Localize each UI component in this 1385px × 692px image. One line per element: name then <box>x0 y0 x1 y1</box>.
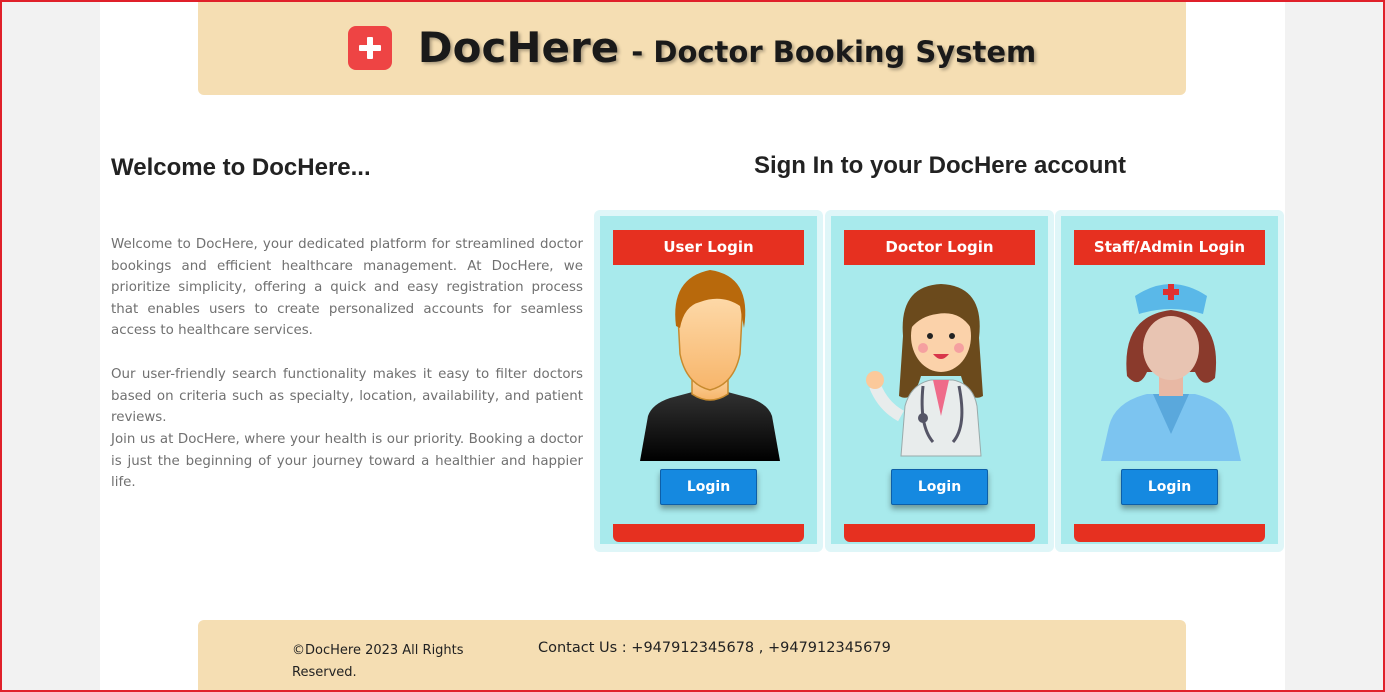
doctor-login-button[interactable]: Login <box>891 469 988 505</box>
user-login-title: User Login <box>613 230 804 265</box>
staff-login-button[interactable]: Login <box>1121 469 1218 505</box>
doctor-avatar-icon <box>866 284 983 457</box>
intro-paragraph-3: Join us at DocHere, where your health is… <box>111 432 583 490</box>
staff-login-card: Staff/Admin Login Login <box>1055 210 1284 552</box>
doctor-login-title: Doctor Login <box>844 230 1035 265</box>
signin-title: Sign In to your DocHere account <box>753 152 1127 179</box>
user-login-button[interactable]: Login <box>660 469 757 505</box>
intro-paragraph-1: Welcome to DocHere, your dedicated platf… <box>111 237 583 338</box>
user-login-card: User Login Login <box>594 210 823 552</box>
welcome-title: Welcome to DocHere... <box>111 154 371 181</box>
medical-cross-icon <box>347 25 392 70</box>
copyright-text: ©DocHere 2023 All Rights Reserved. <box>292 643 464 680</box>
site-header: DocHere - Doctor Booking System <box>198 0 1186 95</box>
contact-info: Contact Us : +947912345678 , +9479123456… <box>538 640 891 656</box>
staff-login-title: Staff/Admin Login <box>1074 230 1265 265</box>
brand-subtitle: - Doctor Booking System <box>631 34 1037 69</box>
intro-paragraph-2: Our user-friendly search functionality m… <box>111 367 583 425</box>
user-avatar-icon <box>640 270 780 461</box>
page-container: DocHere - Doctor Booking System Welcome … <box>100 0 1285 692</box>
site-footer: ©DocHere 2023 All Rights Reserved. Conta… <box>198 620 1186 692</box>
doctor-login-card: Doctor Login Login <box>825 210 1054 552</box>
nurse-avatar-icon <box>1101 284 1241 461</box>
brand-name: DocHere <box>417 23 620 72</box>
